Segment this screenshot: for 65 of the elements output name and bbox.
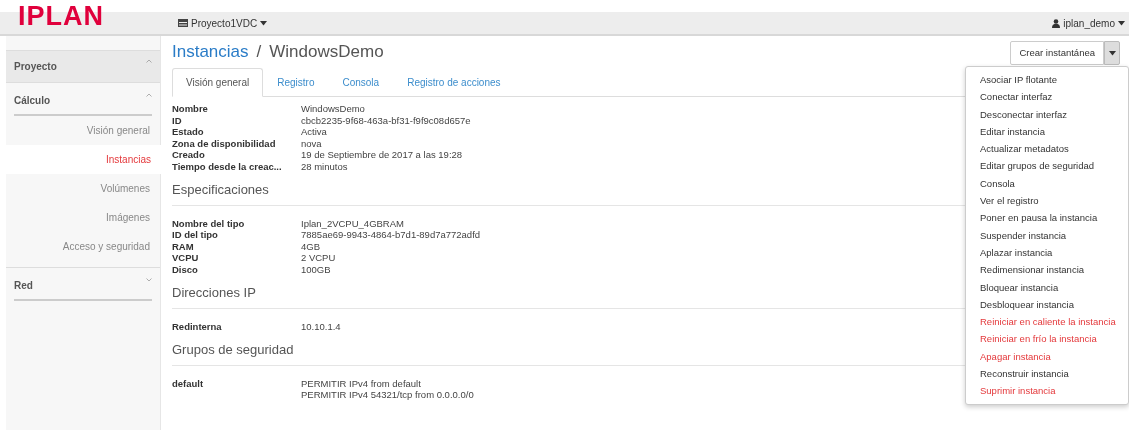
field-label: Nombre del tipo xyxy=(172,217,246,230)
menu-item[interactable]: Desconectar interfaz xyxy=(966,105,1128,123)
field-value: 28 minutos xyxy=(301,160,348,173)
sidebar-group-header[interactable]: Red xyxy=(14,268,152,301)
tab[interactable]: Registro de acciones xyxy=(393,68,515,98)
server-icon xyxy=(178,19,188,27)
field-value: 19 de Septiembre de 2017 a las 19:28 xyxy=(301,149,463,161)
menu-item[interactable]: Conectar interfaz xyxy=(966,88,1128,106)
field-value: 10.10.1.4 xyxy=(301,320,341,333)
menu-item[interactable]: Reiniciar en caliente la instancia xyxy=(966,313,1128,331)
menu-item[interactable]: Aplazar instancia xyxy=(966,243,1128,262)
caret-icon xyxy=(1118,20,1125,26)
menu-item[interactable]: Redimensionar instancia xyxy=(966,261,1128,279)
field-label: Estado xyxy=(172,126,205,138)
breadcrumb-link[interactable]: Instancias xyxy=(172,42,249,61)
caret-icon xyxy=(1108,50,1116,56)
sidebar-group-header[interactable]: Cálculo xyxy=(14,83,152,116)
field-label: Zona de disponibilidad xyxy=(172,137,277,150)
menu-item[interactable]: Suprimir instancia xyxy=(966,382,1128,400)
menu-item[interactable]: Actualizar metadatos xyxy=(966,140,1128,158)
menu-item[interactable]: Suspender instancia xyxy=(966,226,1128,244)
menu-item[interactable]: Reconstruir instancia xyxy=(966,365,1128,383)
sidebar-item[interactable]: Volúmenes xyxy=(6,174,160,203)
field-label: Disco xyxy=(172,263,199,276)
field-label: Redinterna xyxy=(172,320,223,333)
field-value: Iplan_2VCPU_4GBRAM xyxy=(301,217,404,230)
caret-icon xyxy=(260,20,268,26)
sidebar-item[interactable]: Visión general xyxy=(6,116,160,145)
page-title: WindowsDemo xyxy=(269,42,384,61)
tab[interactable]: Consola xyxy=(328,68,394,98)
field-value: WindowsDemo xyxy=(301,103,365,115)
sidebar-section-header[interactable]: Proyecto xyxy=(6,50,160,83)
field-value: 2 VCPU xyxy=(301,252,336,264)
field-label: Creado xyxy=(172,149,206,161)
field-label: RAM xyxy=(172,240,195,253)
field-value: 100GB xyxy=(301,263,331,276)
field-value: Activa xyxy=(301,126,327,138)
menu-item[interactable]: Asociar IP flotante xyxy=(966,71,1128,89)
user-icon xyxy=(1052,18,1061,28)
tab[interactable]: Visión general xyxy=(172,68,264,98)
field-label: VCPU xyxy=(172,252,200,264)
field-value: PERMITIR IPv4 54321/tcp from 0.0.0.0/0 xyxy=(301,389,474,401)
sidebar-item[interactable]: Instancias xyxy=(6,145,161,174)
field-value: nova xyxy=(301,137,322,150)
field-label: ID xyxy=(172,114,183,127)
field-value: 7885ae69-9943-4864-b7d1-89d7a772adfd xyxy=(301,229,481,241)
field-label: default xyxy=(172,377,205,391)
field-label: Tiempo desde la creac... xyxy=(172,160,283,173)
project-selector[interactable]: Proyecto1VDC xyxy=(178,15,268,31)
breadcrumb-separator: / xyxy=(256,42,262,61)
dropdown-toggle-button[interactable] xyxy=(1104,41,1120,66)
user-menu[interactable]: iplan_demo xyxy=(1052,15,1125,31)
menu-item[interactable]: Editar instancia xyxy=(966,122,1128,141)
field-value: 4GB xyxy=(301,240,320,253)
field-label: Nombre xyxy=(172,103,209,115)
sidebar-item[interactable]: Imágenes xyxy=(6,203,160,232)
field-value: cbcb2235-9f68-463a-bf31-f9f9c08d657e xyxy=(301,114,471,127)
field-label: ID del tipo xyxy=(172,229,219,241)
sidebar-item[interactable]: Acceso y seguridad xyxy=(6,232,160,261)
menu-item[interactable]: Editar grupos de seguridad xyxy=(966,157,1128,175)
menu-item[interactable]: Poner en pausa la instancia xyxy=(966,209,1128,227)
tab[interactable]: Registro xyxy=(263,68,329,98)
brand-logo: IPLAN xyxy=(17,2,105,30)
create-snapshot-button[interactable]: Crear instantánea xyxy=(1010,41,1104,66)
field-value: PERMITIR IPv4 from default xyxy=(301,377,422,390)
